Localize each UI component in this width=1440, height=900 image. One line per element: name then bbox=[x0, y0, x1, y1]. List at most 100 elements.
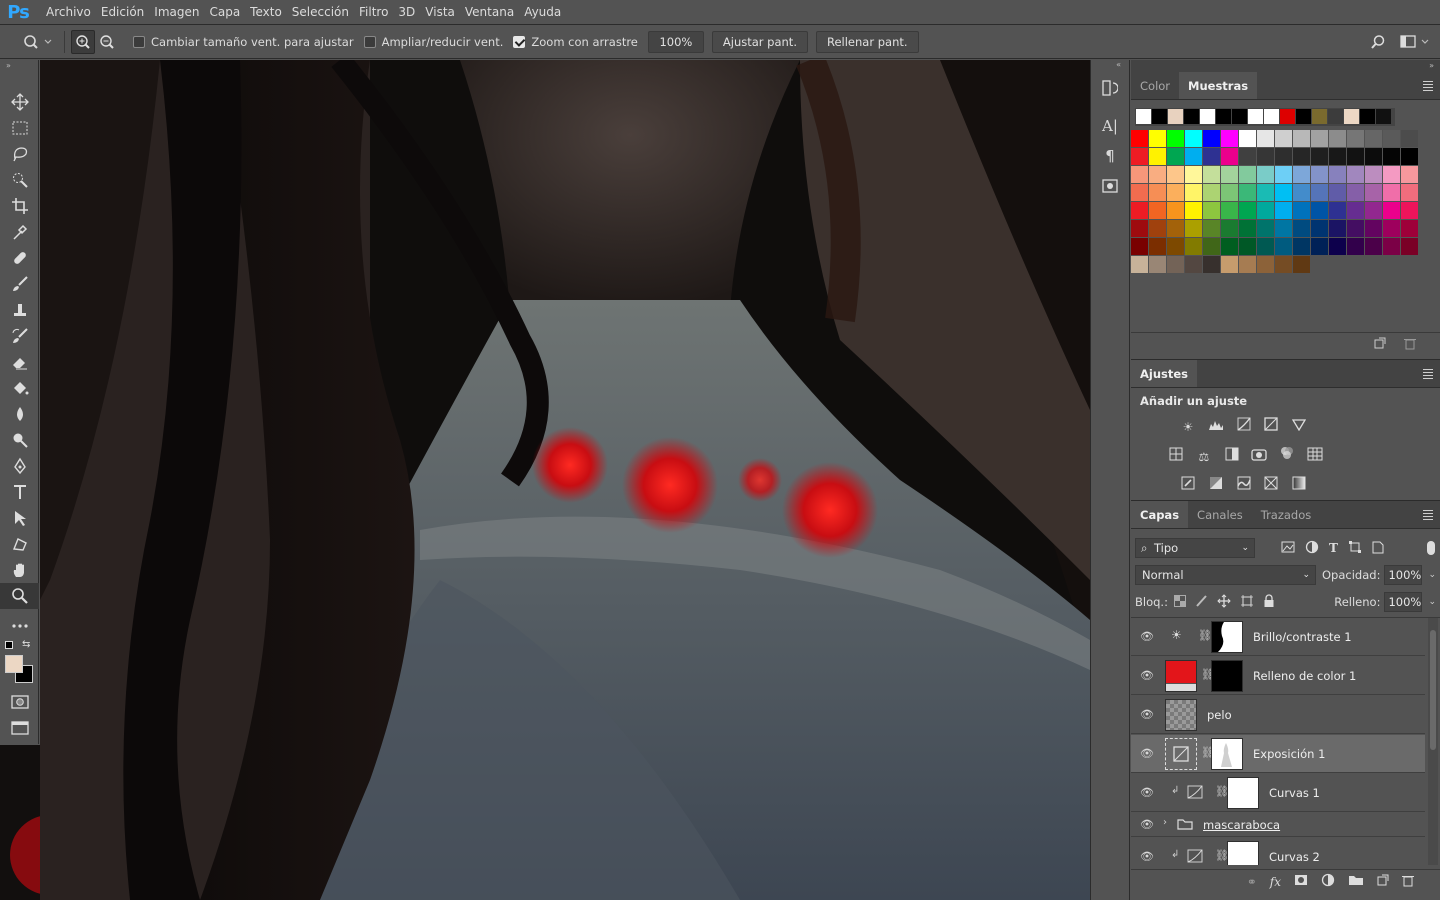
color-swatch[interactable] bbox=[1365, 166, 1382, 183]
dodge-tool-icon[interactable] bbox=[0, 427, 39, 453]
filter-type-icon[interactable]: T bbox=[1329, 541, 1338, 555]
photo-filter-icon[interactable] bbox=[1248, 444, 1270, 464]
default-colors-icon[interactable] bbox=[5, 641, 13, 649]
scrubby-zoom-checkbox[interactable]: Zoom con arrastre bbox=[513, 35, 638, 49]
eyedropper-tool-icon[interactable] bbox=[0, 219, 39, 245]
clone-stamp-tool-icon[interactable] bbox=[0, 297, 39, 323]
color-swatch[interactable] bbox=[1347, 202, 1364, 219]
filter-pixel-icon[interactable] bbox=[1281, 541, 1295, 556]
color-swatch[interactable] bbox=[1347, 220, 1364, 237]
color-swatch[interactable] bbox=[1257, 166, 1274, 183]
color-swatch[interactable] bbox=[1167, 256, 1184, 273]
collapse-toolbar-icon[interactable]: » bbox=[0, 60, 38, 71]
color-swatch[interactable] bbox=[1185, 256, 1202, 273]
filter-shape-icon[interactable] bbox=[1348, 540, 1362, 557]
path-select-tool-icon[interactable] bbox=[0, 505, 39, 531]
color-swatch[interactable] bbox=[1167, 220, 1184, 237]
color-swatch[interactable] bbox=[1275, 256, 1292, 273]
tab-layers[interactable]: Capas bbox=[1131, 501, 1189, 528]
new-layer-icon[interactable] bbox=[1377, 874, 1389, 889]
lock-all-icon[interactable] bbox=[1263, 593, 1275, 611]
recent-swatch[interactable] bbox=[1328, 109, 1343, 124]
layer-row-pelo[interactable]: 👁 pelo bbox=[1131, 696, 1425, 734]
color-swatch[interactable] bbox=[1311, 184, 1328, 201]
color-swatch[interactable] bbox=[1311, 238, 1328, 255]
color-swatch[interactable] bbox=[1383, 148, 1400, 165]
color-swatch[interactable] bbox=[1257, 238, 1274, 255]
color-swatch[interactable] bbox=[1365, 148, 1382, 165]
move-tool-icon[interactable] bbox=[0, 89, 39, 115]
color-swatch[interactable] bbox=[1275, 238, 1292, 255]
color-swatch[interactable] bbox=[1365, 130, 1382, 147]
color-swatch[interactable] bbox=[1167, 148, 1184, 165]
color-swatch[interactable] bbox=[1185, 184, 1202, 201]
menu-0[interactable]: Archivo bbox=[41, 0, 96, 25]
color-swatch[interactable] bbox=[1365, 202, 1382, 219]
color-swatch[interactable] bbox=[1293, 256, 1310, 273]
color-swatch[interactable] bbox=[1239, 220, 1256, 237]
layer-row-curves-2[interactable]: 👁 ↲ ⛓ Curvas 2 bbox=[1131, 838, 1425, 865]
color-swatch[interactable] bbox=[1275, 148, 1292, 165]
color-swatch[interactable] bbox=[1185, 148, 1202, 165]
hue-saturation-icon[interactable] bbox=[1165, 444, 1187, 464]
color-swatch[interactable] bbox=[1329, 184, 1346, 201]
color-swatch[interactable] bbox=[1329, 220, 1346, 237]
scrubby-zoom-box[interactable] bbox=[513, 36, 526, 48]
exposure-icon[interactable] bbox=[1260, 414, 1282, 434]
levels-icon[interactable] bbox=[1205, 415, 1227, 435]
color-swatch[interactable] bbox=[1221, 220, 1238, 237]
zoom-value-field[interactable]: 100% bbox=[647, 31, 704, 53]
layers-menu-icon[interactable] bbox=[1416, 501, 1440, 528]
color-swatch[interactable] bbox=[1329, 130, 1346, 147]
screen-mode-icon[interactable] bbox=[0, 715, 39, 741]
color-swatch[interactable] bbox=[1383, 184, 1400, 201]
color-swatch[interactable] bbox=[1221, 202, 1238, 219]
color-swatch[interactable] bbox=[1203, 220, 1220, 237]
visibility-eye-icon[interactable]: 👁 bbox=[1139, 850, 1155, 863]
color-swatch[interactable] bbox=[1149, 130, 1166, 147]
color-balance-icon[interactable]: ⚖ bbox=[1193, 447, 1215, 467]
document-canvas[interactable] bbox=[40, 60, 1090, 900]
blur-tool-icon[interactable] bbox=[0, 401, 39, 427]
color-swatch[interactable] bbox=[1185, 130, 1202, 147]
quick-mask-icon[interactable] bbox=[0, 689, 39, 715]
color-swatch[interactable] bbox=[1131, 238, 1148, 255]
color-swatch[interactable] bbox=[1239, 148, 1256, 165]
zoom-out-icon[interactable] bbox=[95, 30, 119, 54]
fill-screen-button[interactable]: Rellenar pant. bbox=[815, 31, 919, 53]
eraser-tool-icon[interactable] bbox=[0, 349, 39, 375]
swatches-menu-icon[interactable] bbox=[1416, 72, 1440, 99]
more-tools-icon[interactable] bbox=[0, 613, 39, 639]
filter-toggle[interactable] bbox=[1427, 541, 1435, 555]
expand-group-icon[interactable]: › bbox=[1163, 817, 1167, 828]
type-tool-icon[interactable] bbox=[0, 479, 39, 505]
color-swatch[interactable] bbox=[1257, 202, 1274, 219]
selective-color-icon[interactable] bbox=[1260, 473, 1282, 493]
layer-row-exposure[interactable]: 👁 ⛓ Exposición 1 bbox=[1131, 735, 1425, 773]
paragraph-panel-icon[interactable]: ¶ bbox=[1094, 142, 1126, 170]
color-swatch[interactable] bbox=[1401, 166, 1418, 183]
invert-icon[interactable] bbox=[1177, 473, 1199, 493]
color-swatch[interactable] bbox=[1167, 166, 1184, 183]
color-swatch[interactable] bbox=[1131, 256, 1148, 273]
color-swatch[interactable] bbox=[1329, 148, 1346, 165]
color-swatch[interactable] bbox=[1347, 166, 1364, 183]
color-swatch[interactable] bbox=[1311, 220, 1328, 237]
color-swatch[interactable] bbox=[1131, 130, 1148, 147]
color-swatch[interactable] bbox=[1293, 184, 1310, 201]
color-swatch[interactable] bbox=[1149, 202, 1166, 219]
zoom-all-box[interactable] bbox=[363, 36, 376, 48]
brush-tool-icon[interactable] bbox=[0, 271, 39, 297]
fit-screen-button[interactable]: Ajustar pant. bbox=[711, 31, 808, 53]
recent-swatch[interactable] bbox=[1184, 109, 1199, 124]
filter-smart-object-icon[interactable] bbox=[1372, 540, 1384, 557]
color-swatch[interactable] bbox=[1185, 166, 1202, 183]
color-swatch[interactable] bbox=[1221, 166, 1238, 183]
color-swatch[interactable] bbox=[1131, 220, 1148, 237]
opacity-dropdown-icon[interactable]: ⌄ bbox=[1428, 570, 1436, 580]
color-swatch[interactable] bbox=[1311, 148, 1328, 165]
pen-tool-icon[interactable] bbox=[0, 453, 39, 479]
color-swatch[interactable] bbox=[1401, 238, 1418, 255]
history-panel-icon[interactable] bbox=[1094, 74, 1126, 102]
color-swatch[interactable] bbox=[1203, 256, 1220, 273]
